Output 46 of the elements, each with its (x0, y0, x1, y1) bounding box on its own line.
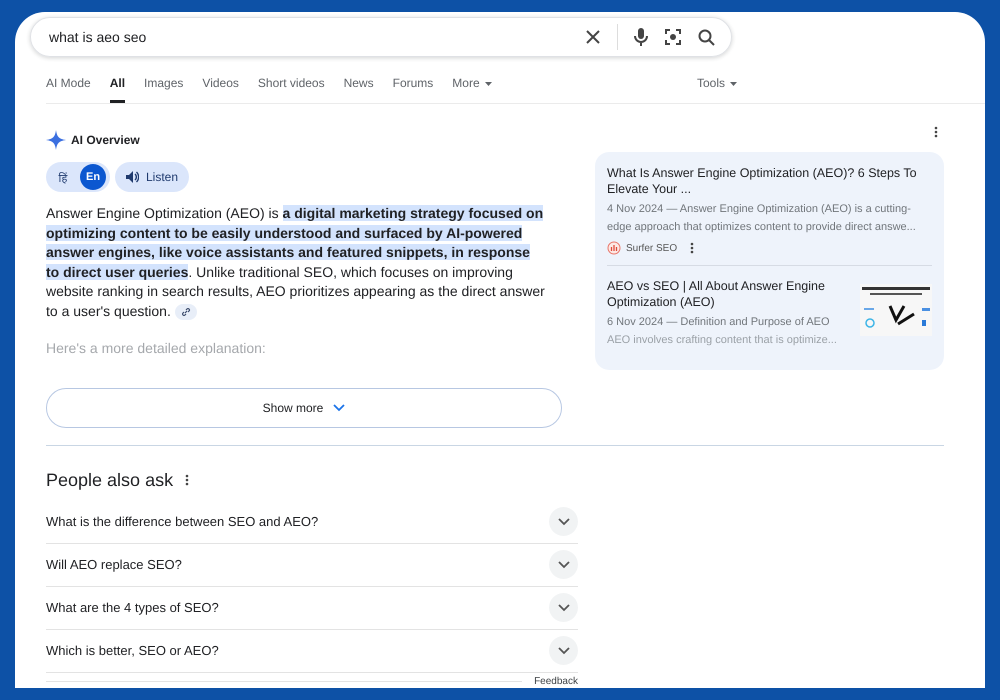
expand-icon[interactable] (549, 550, 578, 580)
source-link[interactable]: What Is Answer Engine Optimization (AEO)? 6 Steps To Elevate Your ... (607, 165, 932, 197)
caret-icon (484, 82, 492, 86)
close-icon[interactable] (585, 29, 601, 45)
language-option[interactable]: En (80, 164, 106, 190)
search-tab[interactable]: Videos (202, 70, 239, 103)
link-icon[interactable] (174, 304, 197, 320)
search-tab[interactable]: All (110, 70, 126, 103)
search-icon[interactable] (698, 28, 715, 46)
tools-button[interactable]: Tools (696, 70, 737, 103)
speaker-icon (126, 171, 139, 183)
question-item[interactable]: What are the 4 types of SEO? (46, 586, 578, 630)
overview-paragraph: Answer Engine Optimization (AEO) is a digital marketing strategy focused on optimizing content to be easily understood and surfaced by AI-powered answer engines, like voice assistants and featured snippets, in response to direct user queries. Unlike traditional SEO, which focuses on improving website ranking in search results, AEO prioritizes appearing as the direct answer to a user's question. (46, 204, 546, 322)
source-snippet: 4 Nov 2024 — Answer Engine Optimization (AEO) is a cutting-edge approach that optimizes content to provide direct answe... (607, 202, 917, 235)
expand-icon[interactable] (549, 636, 578, 666)
microphone-icon[interactable] (634, 28, 648, 46)
more-options-icon[interactable] (185, 474, 190, 486)
search-tab[interactable]: Short videos (258, 70, 325, 103)
search-field[interactable]: what is aeo seo (30, 17, 732, 57)
expand-icon[interactable] (549, 507, 578, 536)
source-snippet: 6 Nov 2024 — Definition and Purpose of AEO (607, 315, 831, 330)
question-item[interactable]: Will AEO replace SEO? (46, 544, 578, 587)
search-tab[interactable]: More (452, 70, 492, 103)
site-logo-icon (607, 241, 621, 255)
search-tab[interactable]: Images (144, 70, 184, 103)
source-link[interactable]: AEO vs SEO | All About Answer Engine Optimization (AEO) (607, 278, 854, 310)
question-item[interactable]: What is the difference between SEO and AEO? (46, 500, 578, 544)
listen-button[interactable]: Listen (115, 162, 190, 192)
faded-text: Here's a more detailed explanation: (46, 340, 267, 356)
more-options-icon[interactable] (934, 126, 938, 138)
site-name: Surfer SEO (626, 242, 678, 254)
search-tab[interactable]: AI Mode (46, 70, 91, 103)
search-tab[interactable]: Forums (392, 70, 434, 103)
search-tab[interactable]: News (344, 70, 374, 103)
expand-icon[interactable] (549, 593, 578, 622)
caret-icon (730, 82, 737, 86)
show-more-button[interactable]: Show more (46, 388, 562, 428)
overview-title: AI Overview (71, 133, 140, 147)
question-item[interactable]: Which is better, SEO or AEO? (46, 630, 578, 673)
source-snippet: AEO involves crafting content that is optimize... (607, 333, 838, 348)
more-options-icon[interactable] (690, 242, 694, 254)
chevron-down-icon (333, 404, 346, 412)
camera-icon[interactable] (664, 28, 682, 46)
language-option[interactable]: हिं (50, 164, 76, 190)
section-title: People also ask (46, 470, 174, 491)
sparkle-icon (46, 130, 66, 150)
